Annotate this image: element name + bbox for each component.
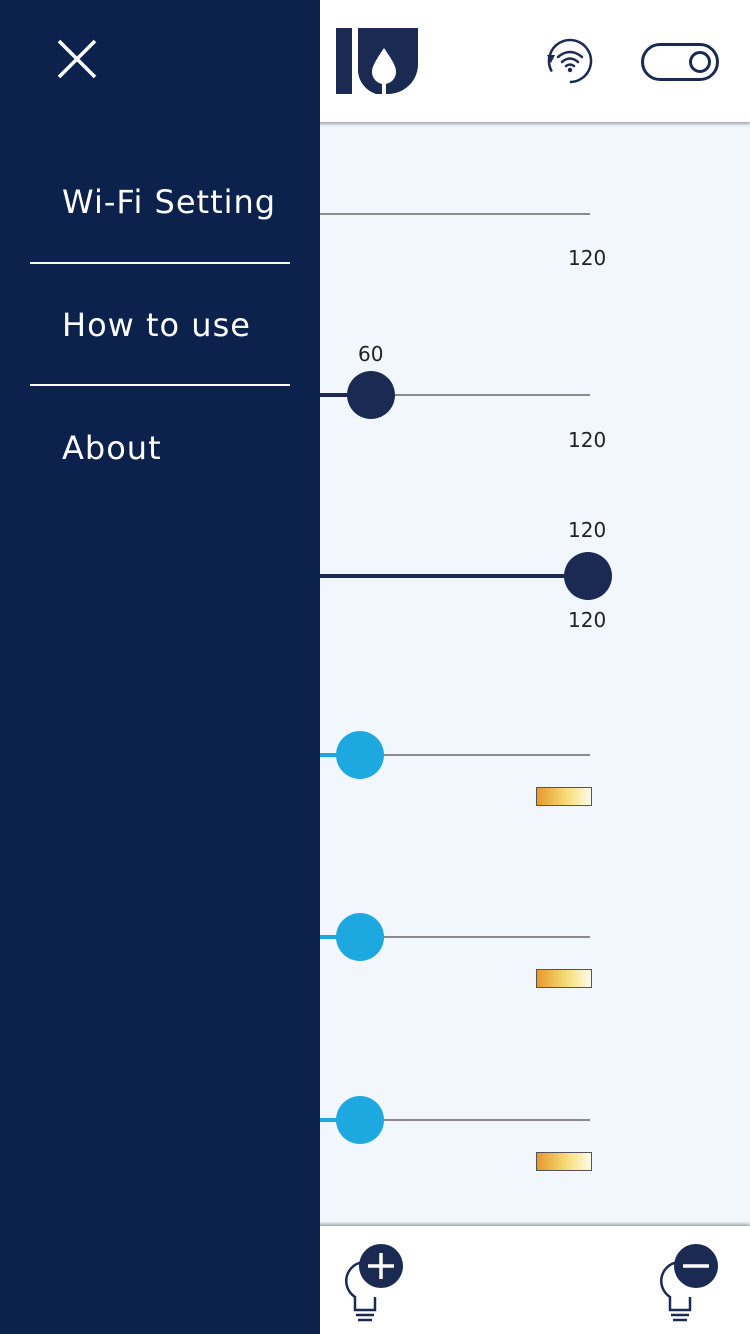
color-temperature-gradient-icon xyxy=(536,969,592,988)
color-temperature-gradient-icon xyxy=(536,1152,592,1171)
logo-icon xyxy=(336,28,418,94)
menu-item-how-to-use[interactable]: How to use xyxy=(62,295,302,355)
menu-item-wifi-setting[interactable]: Wi-Fi Setting xyxy=(62,172,302,232)
menu-divider xyxy=(30,384,290,386)
slider-thumb[interactable] xyxy=(336,1096,384,1144)
wifi-refresh-icon[interactable] xyxy=(545,38,595,84)
bulb-add-icon[interactable] xyxy=(343,1240,407,1324)
slider-value-label: 120 xyxy=(568,518,607,542)
bulb-remove-icon[interactable] xyxy=(658,1240,722,1324)
slider-thumb[interactable] xyxy=(336,731,384,779)
color-temperature-gradient-icon xyxy=(536,787,592,806)
close-icon[interactable] xyxy=(52,34,102,84)
menu-item-about[interactable]: About xyxy=(62,418,302,478)
slider-thumb[interactable] xyxy=(347,371,395,419)
slider-value-label: 60 xyxy=(358,342,384,366)
slider-max-label: 120 xyxy=(568,608,607,632)
slider-max-label: 120 xyxy=(568,246,607,270)
slider-thumb[interactable] xyxy=(336,913,384,961)
side-drawer: Wi-Fi Setting How to use About xyxy=(0,0,320,1334)
menu-divider xyxy=(30,262,290,264)
power-toggle[interactable] xyxy=(641,43,719,81)
slider-thumb[interactable] xyxy=(564,552,612,600)
slider-max-label: 120 xyxy=(568,428,607,452)
toggle-knob xyxy=(689,51,711,73)
